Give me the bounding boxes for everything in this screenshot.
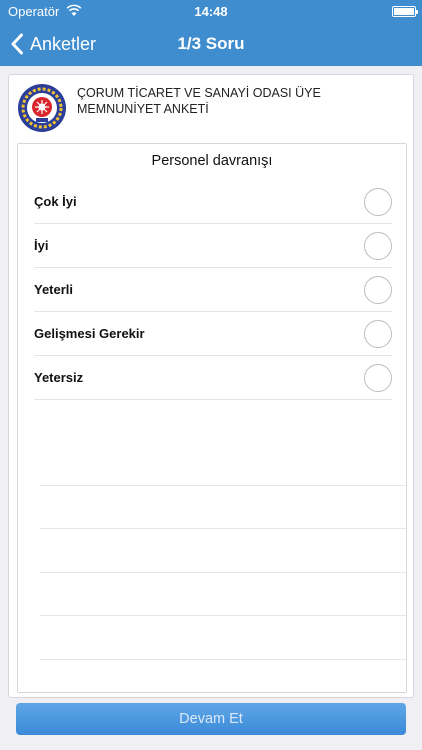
empty-rows: [40, 442, 406, 704]
option-iyi[interactable]: İyi: [34, 224, 392, 268]
option-label: Gelişmesi Gerekir: [34, 326, 145, 341]
radio-button[interactable]: [364, 319, 392, 348]
divider: [40, 486, 406, 530]
top-bar: Operatör 14:48 Anketler 1/3 Soru: [0, 0, 422, 66]
radio-button[interactable]: [364, 187, 392, 216]
option-yeterli[interactable]: Yeterli: [34, 268, 392, 312]
radio-button[interactable]: [364, 363, 392, 392]
continue-button[interactable]: Devam Et: [16, 703, 406, 735]
option-cok-iyi[interactable]: Çok İyi: [34, 180, 392, 224]
question-text: Personel davranışı: [151, 153, 273, 169]
survey-title: ÇORUM TİCARET VE SANAYİ ODASI ÜYE MEMNUN…: [77, 86, 321, 116]
answer-options: Çok İyi İyi Yeterli Gelişmesi Gerekir Ye…: [34, 180, 392, 400]
radio-button[interactable]: [364, 231, 392, 260]
divider: [40, 442, 406, 486]
navigation-bar: Anketler 1/3 Soru: [0, 22, 422, 66]
option-label: Yetersiz: [34, 370, 84, 385]
divider: [40, 616, 406, 660]
battery-icon: [392, 6, 418, 17]
survey-card: ÇORUM TİCARET VE SANAYİ ODASI ÜYE MEMNUN…: [8, 74, 414, 704]
clock: 14:48: [194, 4, 228, 19]
page-title: 1/3 Soru: [177, 34, 245, 53]
radio-button[interactable]: [364, 275, 392, 304]
divider: [40, 529, 406, 573]
divider: [40, 573, 406, 617]
option-label: Yeterli: [34, 282, 74, 297]
status-bar: Operatör 14:48: [0, 0, 422, 22]
option-yetersiz[interactable]: Yetersiz: [34, 356, 392, 400]
divider: [40, 660, 406, 704]
option-gelismesi-gerekir[interactable]: Gelişmesi Gerekir: [34, 312, 392, 356]
option-label: İyi: [34, 238, 49, 253]
option-label: Çok İyi: [34, 194, 77, 209]
survey-header: ÇORUM TİCARET VE SANAYİ ODASI ÜYE MEMNUN…: [9, 75, 413, 139]
chamber-logo-icon: [18, 84, 66, 132]
question-panel: Personel davranışı Çok İyi İyi Yeterli G…: [17, 143, 407, 704]
